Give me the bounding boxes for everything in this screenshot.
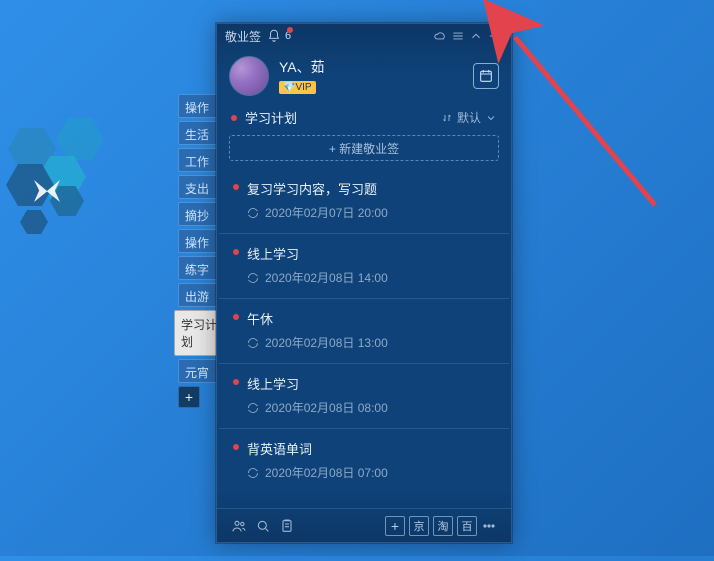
new-note-button[interactable]: + 新建敬业签 bbox=[229, 135, 499, 161]
note-due: 2020年02月08日 08:00 bbox=[247, 399, 495, 416]
repeat-icon bbox=[247, 272, 259, 284]
chevron-down-icon bbox=[485, 112, 497, 124]
app-title-text: 敬业签 bbox=[225, 28, 261, 45]
bottom-jd-button[interactable]: 京 bbox=[409, 516, 429, 536]
side-tab-yuanxiao[interactable]: 元宵 bbox=[178, 359, 218, 383]
repeat-icon bbox=[247, 402, 259, 414]
section-indicator-dot bbox=[231, 115, 237, 121]
note-item[interactable]: 线上学习 2020年02月08日 08:00 bbox=[219, 364, 509, 429]
more-icon[interactable] bbox=[477, 514, 501, 538]
note-title: 线上学习 bbox=[247, 374, 299, 393]
search-icon[interactable] bbox=[251, 514, 275, 538]
note-item[interactable]: 背英语单词 2020年02月08日 07:00 bbox=[219, 429, 509, 493]
note-due: 2020年02月08日 14:00 bbox=[247, 269, 495, 286]
vip-badge: 💎VIP bbox=[279, 81, 316, 94]
repeat-icon bbox=[247, 337, 259, 349]
section-header: 学习计划 默认 bbox=[217, 106, 511, 133]
bottom-baidu-button[interactable]: 百 bbox=[457, 516, 477, 536]
note-item[interactable]: 午休 2020年02月08日 13:00 bbox=[219, 299, 509, 364]
minimize-icon[interactable] bbox=[485, 25, 503, 47]
cloud-sync-icon[interactable] bbox=[431, 25, 449, 47]
section-title-text: 学习计划 bbox=[245, 108, 441, 127]
side-tab-zhichu[interactable]: 支出 bbox=[178, 175, 218, 199]
side-tab-caozuo2[interactable]: 操作 bbox=[178, 229, 218, 253]
menu-icon[interactable] bbox=[449, 25, 467, 47]
sort-dropdown[interactable]: 默认 bbox=[441, 109, 497, 126]
side-tab-lianzi[interactable]: 练字 bbox=[178, 256, 218, 280]
profile-row: YA、茹 💎VIP bbox=[217, 48, 511, 106]
notes-list: 复习学习内容，写习题 2020年02月07日 20:00 线上学习 2020年0… bbox=[217, 169, 511, 508]
note-title: 线上学习 bbox=[247, 244, 299, 263]
collapse-up-icon[interactable] bbox=[467, 25, 485, 47]
note-title: 复习学习内容，写习题 bbox=[247, 179, 377, 198]
avatar[interactable] bbox=[229, 56, 269, 96]
notification-bell[interactable]: 6 bbox=[267, 29, 291, 43]
side-tab-add-button[interactable]: + bbox=[178, 386, 200, 408]
clipboard-icon[interactable] bbox=[275, 514, 299, 538]
sort-label: 默认 bbox=[457, 109, 481, 126]
bottom-toolbar: + 京 淘 百 bbox=[217, 508, 511, 542]
side-tab-chuyou[interactable]: 出游 bbox=[178, 283, 218, 307]
note-due: 2020年02月08日 07:00 bbox=[247, 464, 495, 481]
note-title: 午休 bbox=[247, 309, 273, 328]
bottom-taobao-button[interactable]: 淘 bbox=[433, 516, 453, 536]
titlebar: 敬业签 6 bbox=[217, 24, 511, 48]
side-tab-shenghuo[interactable]: 生活 bbox=[178, 121, 218, 145]
note-due: 2020年02月08日 13:00 bbox=[247, 334, 495, 351]
note-due: 2020年02月07日 20:00 bbox=[247, 204, 495, 221]
note-title: 背英语单词 bbox=[247, 439, 312, 458]
side-tab-caozuo1[interactable]: 操作 bbox=[178, 94, 218, 118]
bottom-add-button[interactable]: + bbox=[385, 516, 405, 536]
note-item[interactable]: 复习学习内容，写习题 2020年02月07日 20:00 bbox=[219, 169, 509, 234]
repeat-icon bbox=[247, 207, 259, 219]
side-tab-gongzuo[interactable]: 工作 bbox=[178, 148, 218, 172]
note-item[interactable]: 线上学习 2020年02月08日 14:00 bbox=[219, 234, 509, 299]
jingyeqian-app-window: 敬业签 6 YA、茹 💎VIP 学习计划 默认 bbox=[216, 23, 512, 543]
contacts-icon[interactable] bbox=[227, 514, 251, 538]
calendar-button[interactable] bbox=[473, 63, 499, 89]
repeat-icon bbox=[247, 467, 259, 479]
desktop-decoration bbox=[0, 100, 140, 380]
username-text: YA、茹 bbox=[279, 57, 325, 77]
side-tab-zhaichao[interactable]: 摘抄 bbox=[178, 202, 218, 226]
